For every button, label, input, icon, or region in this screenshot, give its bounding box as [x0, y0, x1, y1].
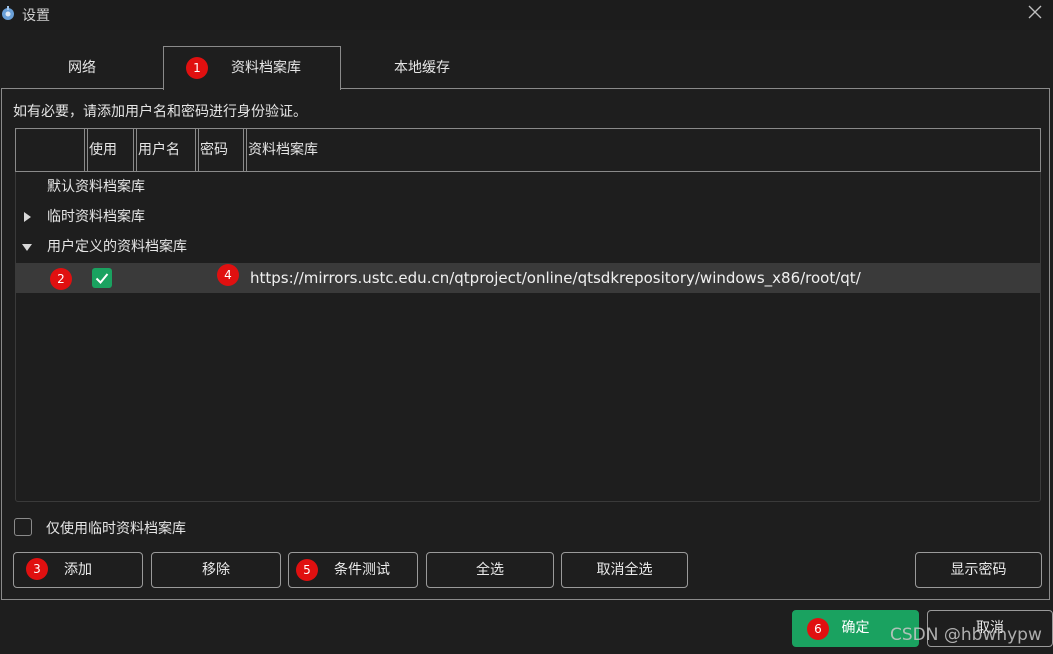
deselect-all-button[interactable]: 取消全选 — [561, 552, 688, 588]
ok-button-label: 确定 — [841, 620, 870, 636]
repository-url[interactable]: https://mirrors.ustc.edu.cn/qtproject/on… — [250, 263, 861, 293]
annotation-badge-1: 1 — [186, 57, 208, 79]
remove-button[interactable]: 移除 — [151, 552, 281, 588]
select-all-button[interactable]: 全选 — [426, 552, 554, 588]
annotation-badge-4: 4 — [217, 264, 239, 286]
collapse-arrow-icon[interactable] — [22, 244, 32, 251]
tab-repositories-label: 资料档案库 — [231, 60, 301, 76]
window-title: 设置 — [22, 8, 50, 24]
settings-app-icon — [2, 6, 14, 20]
tree-group-temporary[interactable]: 临时资料档案库 — [16, 202, 416, 232]
expand-arrow-icon[interactable] — [24, 212, 31, 222]
temp-only-checkbox[interactable] — [14, 518, 32, 536]
watermark: CSDN @hbwhypw — [890, 625, 1042, 645]
add-button-label: 添加 — [64, 562, 92, 578]
column-divider — [136, 129, 137, 171]
annotation-badge-3: 3 — [26, 558, 48, 580]
column-header-use[interactable]: 使用 — [84, 129, 133, 171]
table-header: 使用 用户名 密码 资料档案库 — [15, 128, 1041, 172]
annotation-badge-5: 5 — [296, 559, 318, 581]
annotation-badge-2: 2 — [50, 268, 72, 290]
column-header-username[interactable]: 用户名 — [133, 129, 195, 171]
tab-local-cache[interactable]: 本地缓存 — [340, 47, 504, 89]
checkmark-icon — [95, 273, 109, 284]
column-header-password[interactable]: 密码 — [195, 129, 243, 171]
use-checkbox[interactable] — [92, 268, 112, 288]
instruction-text: 如有必要，请添加用户名和密码进行身份验证。 — [13, 104, 307, 120]
column-divider — [246, 129, 247, 171]
tree-group-user-defined[interactable]: 用户定义的资料档案库 — [16, 232, 416, 262]
column-divider — [87, 129, 88, 171]
close-icon[interactable] — [1027, 4, 1043, 20]
test-button-label: 条件测试 — [334, 562, 390, 578]
tab-network[interactable]: 网络 — [2, 47, 162, 89]
tree-group-label: 用户定义的资料档案库 — [47, 239, 187, 255]
tree-group-default[interactable]: 默认资料档案库 — [16, 172, 416, 202]
annotation-badge-6: 6 — [807, 618, 829, 640]
tree-group-label: 默认资料档案库 — [47, 179, 145, 195]
title-bar: 设置 — [0, 0, 1053, 30]
column-header-repository[interactable]: 资料档案库 — [243, 129, 1040, 171]
column-divider — [198, 129, 199, 171]
temp-only-label: 仅使用临时资料档案库 — [46, 521, 186, 537]
show-password-button[interactable]: 显示密码 — [915, 552, 1042, 588]
tree-group-label: 临时资料档案库 — [47, 209, 145, 225]
